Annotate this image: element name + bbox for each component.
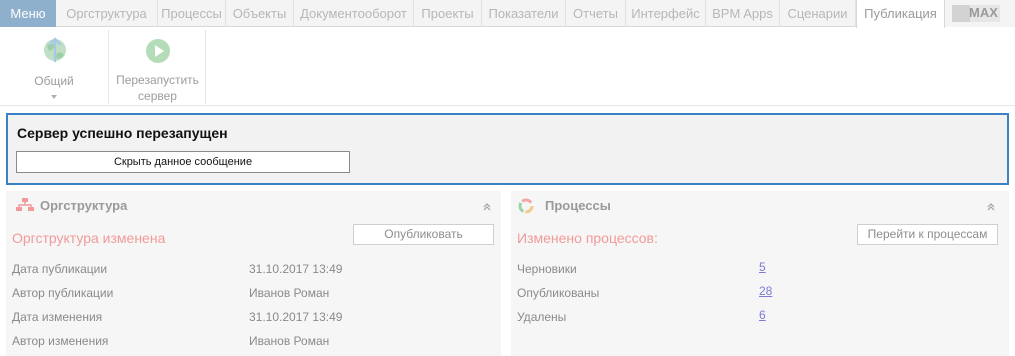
published-label: Опубликованы bbox=[517, 286, 600, 300]
panel-divider bbox=[501, 191, 511, 356]
max-badge-label: MAX bbox=[969, 5, 998, 20]
menu-button[interactable]: Меню bbox=[0, 0, 56, 27]
tab-orgstructure[interactable]: Оргструктура bbox=[56, 0, 158, 27]
change-date-label: Дата изменения bbox=[12, 310, 103, 324]
tab-projects[interactable]: Проекты bbox=[414, 0, 482, 27]
drafts-count-link[interactable]: 5 bbox=[759, 260, 766, 274]
tab-publication[interactable]: Публикация bbox=[856, 0, 945, 28]
tab-indicators[interactable]: Показатели bbox=[482, 0, 566, 27]
processes-title: Процессы bbox=[545, 198, 611, 213]
collapse-icon[interactable] bbox=[987, 200, 995, 214]
processes-panel: Процессы Изменено процессов: Перейти к п… bbox=[511, 191, 1009, 356]
play-icon bbox=[145, 38, 171, 67]
change-author-label: Автор изменения bbox=[12, 334, 109, 348]
tab-document-flow[interactable]: Документооборот bbox=[294, 0, 414, 27]
hide-message-button[interactable]: Скрыть данное сообщение bbox=[16, 151, 350, 173]
go-to-processes-button[interactable]: Перейти к процессам bbox=[857, 224, 998, 245]
ribbon-toolbar: Общий Перезапустить сервер bbox=[0, 28, 1015, 106]
change-author-value: Иванов Роман bbox=[249, 334, 330, 348]
orgstructure-status: Оргструктура изменена bbox=[12, 230, 166, 246]
org-chart-icon bbox=[16, 198, 34, 215]
processes-status: Изменено процессов: bbox=[517, 230, 658, 246]
restart-label-2: сервер bbox=[138, 89, 177, 103]
max-toggle[interactable]: MAX bbox=[945, 0, 1015, 27]
processes-ring-icon bbox=[518, 198, 534, 217]
change-date-value: 31.10.2017 13:49 bbox=[249, 310, 343, 324]
notification-title: Сервер успешно перезапущен bbox=[17, 125, 228, 141]
top-menu-bar: Меню Оргструктура Процессы Объекты Докум… bbox=[0, 0, 1015, 28]
chevron-down-icon bbox=[51, 95, 57, 99]
collapse-icon[interactable] bbox=[483, 200, 491, 214]
general-button[interactable]: Общий bbox=[0, 30, 109, 104]
tab-bpm-apps[interactable]: BPM Apps bbox=[706, 0, 780, 27]
deleted-count-link[interactable]: 6 bbox=[759, 308, 766, 322]
publish-button[interactable]: Опубликовать bbox=[353, 224, 494, 245]
deleted-label: Удалены bbox=[517, 310, 567, 324]
orgstructure-panel: Оргструктура Оргструктура изменена Опубл… bbox=[6, 191, 501, 356]
success-notification: Сервер успешно перезапущен Скрыть данное… bbox=[6, 113, 1009, 185]
globe-upload-icon bbox=[41, 36, 69, 69]
general-label: Общий bbox=[34, 74, 74, 88]
tab-interface[interactable]: Интерфейс bbox=[626, 0, 706, 27]
tab-reports[interactable]: Отчеты bbox=[566, 0, 626, 27]
tab-objects[interactable]: Объекты bbox=[226, 0, 294, 27]
publish-date-label: Дата публикации bbox=[12, 262, 108, 276]
drafts-label: Черновики bbox=[517, 262, 577, 276]
processes-panel-header: Процессы bbox=[511, 191, 1009, 219]
orgstructure-title: Оргструктура bbox=[40, 198, 128, 213]
publish-date-value: 31.10.2017 13:49 bbox=[249, 262, 343, 276]
orgstructure-panel-header: Оргструктура bbox=[6, 191, 501, 219]
published-count-link[interactable]: 28 bbox=[759, 284, 772, 298]
restart-label: Перезапустить bbox=[116, 73, 199, 87]
publish-author-label: Автор публикации bbox=[12, 286, 114, 300]
tab-scenarios[interactable]: Сценарии bbox=[780, 0, 856, 27]
tab-processes[interactable]: Процессы bbox=[158, 0, 226, 27]
publish-author-value: Иванов Роман bbox=[249, 286, 330, 300]
restart-server-button[interactable]: Перезапустить сервер bbox=[110, 30, 206, 104]
